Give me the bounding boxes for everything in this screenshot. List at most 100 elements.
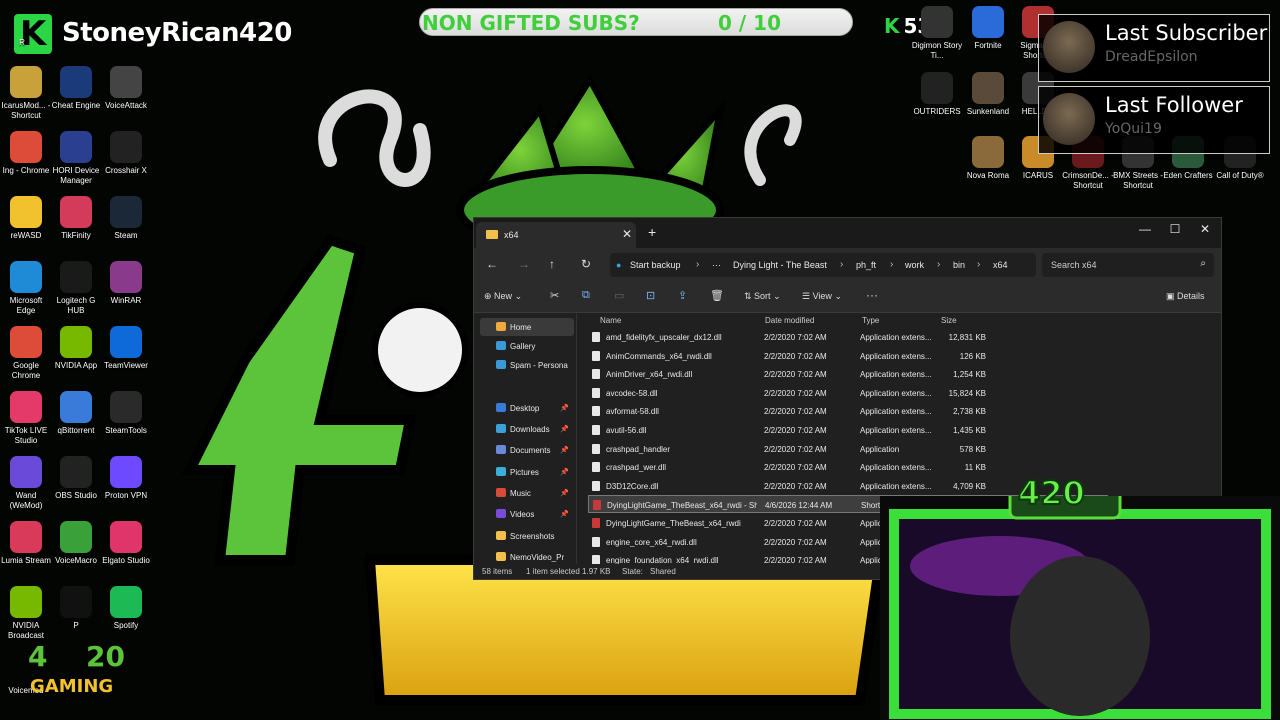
desktop-shortcut[interactable]: VoiceMacro	[50, 521, 102, 566]
file-row[interactable]: AnimCommands_x64_rwdi.dll 2/2/2020 7:02 A…	[588, 347, 1108, 365]
search-box[interactable]: Search x64 ⌕	[1042, 253, 1214, 277]
sidebar-item[interactable]: Documents 📌	[480, 441, 574, 459]
sidebar-item[interactable]: Downloads 📌	[480, 420, 574, 438]
paste-icon[interactable]: ▭	[614, 289, 624, 302]
desktop-shortcut[interactable]: HORI Device Manager	[50, 131, 102, 186]
chrome-icon	[10, 326, 42, 358]
desktop-shortcut[interactable]: NVIDIA Broadcast	[0, 586, 52, 641]
sidebar-item[interactable]: Desktop 📌	[480, 399, 574, 417]
steamtools-icon	[110, 391, 142, 423]
desktop-shortcut[interactable]: VoiceAttack	[100, 66, 152, 111]
nvidia-broadcast-icon	[10, 586, 42, 618]
sidebar-item[interactable]: Screenshots	[480, 527, 574, 545]
desktop-shortcut[interactable]: Steam	[100, 196, 152, 241]
file-size: 1,254 KB	[953, 370, 986, 380]
breadcrumb[interactable]: ● Start backup › ··· Dying Light - The B…	[610, 253, 1036, 277]
sidebar-item[interactable]: Gallery	[480, 337, 574, 355]
minimize-button[interactable]: —	[1130, 222, 1160, 236]
file-row[interactable]: amd_fidelityfx_upscaler_dx12.dll 2/2/2020…	[588, 328, 1108, 346]
crumb-dying-light[interactable]: Dying Light - The Beast	[733, 260, 827, 270]
up-button[interactable]: ↑	[549, 257, 555, 271]
file-row[interactable]: crashpad_handler 2/2/2020 7:02 AM Applicat…	[588, 440, 1108, 458]
sidebar-item-label: Pictures	[510, 468, 539, 477]
sidebar-item[interactable]: Videos 📌	[480, 505, 574, 523]
sort-button[interactable]: ⇅ Sort ⌄	[744, 291, 781, 302]
desktop-shortcut[interactable]: Spotify	[100, 586, 152, 631]
sidebar-item[interactable]: Pictures 📌	[480, 463, 574, 481]
desktop-shortcut[interactable]: TikFinity	[50, 196, 102, 241]
file-icon	[593, 500, 601, 511]
column-date-modified[interactable]: Date modified	[765, 316, 814, 325]
crumb-bin[interactable]: bin	[953, 260, 965, 270]
maximize-button[interactable]: ☐	[1160, 222, 1190, 236]
more-options-icon[interactable]: ···	[866, 288, 878, 302]
file-name: AnimCommands_x64_rwdi.dll	[606, 351, 712, 361]
desktop-shortcut[interactable]: SteamTools	[100, 391, 152, 436]
desktop-shortcut[interactable]: NVIDIA App	[50, 326, 102, 371]
column-name[interactable]: Name	[600, 316, 621, 325]
desktop-shortcut[interactable]: Proton VPN	[100, 456, 152, 501]
desktop-shortcut[interactable]: WinRAR	[100, 261, 152, 306]
refresh-button[interactable]: ↻	[581, 257, 591, 271]
desktop-shortcut[interactable]: TeamViewer	[100, 326, 152, 371]
desktop-shortcut[interactable]: Cheat Engine	[50, 66, 102, 111]
sidebar-item[interactable]: Spam - Persona	[480, 356, 574, 374]
tab-x64[interactable]: x64 ✕	[476, 222, 636, 248]
desktop-shortcut[interactable]: R	[0, 38, 48, 48]
crumb-overflow[interactable]: ···	[712, 260, 721, 270]
explorer-titlebar[interactable]: x64 ✕ + — ☐ ✕	[474, 218, 1221, 248]
shortcut-label: P	[73, 621, 79, 630]
delete-icon[interactable]: 🗑	[710, 289, 724, 302]
file-row[interactable]: AnimDriver_x64_rwdi.dll 2/2/2020 7:02 AM A…	[588, 365, 1108, 383]
sidebar-item[interactable]: Music 📌	[480, 484, 574, 502]
forward-button[interactable]: →	[518, 257, 530, 271]
desktop-shortcut[interactable]: TikTok LIVE Studio	[0, 391, 52, 446]
close-tab-icon[interactable]: ✕	[622, 227, 632, 241]
details-button[interactable]: ▣ Details	[1166, 291, 1205, 302]
folder-icon	[496, 322, 506, 331]
last-follower-panel: Last Follower YoQui19	[1038, 86, 1270, 154]
desktop-shortcut[interactable]: Wand (WeMod)	[0, 456, 52, 511]
file-row[interactable]: avformat-58.dll 2/2/2020 7:02 AM Applicati…	[588, 402, 1108, 420]
crumb-x64[interactable]: x64	[993, 260, 1008, 270]
desktop-shortcut[interactable]: Google Chrome	[0, 326, 52, 381]
shortcut-label: Crosshair X	[105, 166, 147, 175]
new-button[interactable]: ⊕ New ⌄	[484, 291, 522, 302]
file-row[interactable]: avutil-56.dll 2/2/2020 7:02 AM Application…	[588, 421, 1108, 439]
new-tab-button[interactable]: +	[648, 224, 656, 240]
file-name: crashpad_wer.dll	[606, 463, 667, 473]
desktop-shortcut[interactable]: qBittorrent	[50, 391, 102, 436]
back-button[interactable]: ←	[486, 257, 498, 271]
desktop-shortcut[interactable]: Digimon Story Ti...	[911, 6, 963, 61]
rename-icon[interactable]: ⊡	[646, 289, 655, 302]
voicemacro-icon	[60, 521, 92, 553]
desktop-shortcut[interactable]: OUTRIDERS	[911, 72, 963, 117]
desktop-shortcut[interactable]: Sunkenland	[962, 72, 1014, 117]
desktop-shortcut[interactable]: P	[50, 586, 102, 631]
desktop-shortcut[interactable]: Logitech G HUB	[50, 261, 102, 316]
desktop-shortcut[interactable]: OBS Studio	[50, 456, 102, 501]
crumb-work[interactable]: work	[905, 260, 924, 270]
desktop-shortcut[interactable]: Elgato Studio	[100, 521, 152, 566]
shortcut-label: IcarusMod... - Shortcut	[1, 101, 51, 120]
file-row[interactable]: avcodec-58.dll 2/2/2020 7:02 AM Applicatio…	[588, 384, 1108, 402]
desktop-shortcut[interactable]: Nova Roma	[962, 136, 1014, 181]
crumb-ph-ft[interactable]: ph_ft	[856, 260, 876, 270]
desktop-shortcut[interactable]: Microsoft Edge	[0, 261, 52, 316]
copy-icon[interactable]: ⧉	[582, 289, 590, 302]
column-size[interactable]: Size	[941, 316, 957, 325]
share-icon[interactable]: ⇪	[678, 289, 687, 302]
close-window-button[interactable]: ✕	[1190, 222, 1220, 236]
crumb-start-backup[interactable]: Start backup	[630, 260, 681, 270]
desktop-shortcut[interactable]: reWASD	[0, 196, 52, 241]
desktop-shortcut[interactable]: IcarusMod... - Shortcut	[0, 66, 52, 121]
cut-icon[interactable]: ✂	[550, 289, 559, 302]
desktop-shortcut[interactable]: Ing - Chrome	[0, 131, 52, 176]
desktop-shortcut[interactable]: Crosshair X	[100, 131, 152, 176]
column-type[interactable]: Type	[862, 316, 879, 325]
sidebar-item[interactable]: Home	[480, 318, 574, 336]
file-type: Application extens...	[860, 388, 932, 398]
desktop-shortcut[interactable]: Fortnite	[962, 6, 1014, 51]
view-button[interactable]: ☰ View ⌄	[802, 291, 842, 302]
desktop-shortcut[interactable]: Lumia Stream	[0, 521, 52, 566]
